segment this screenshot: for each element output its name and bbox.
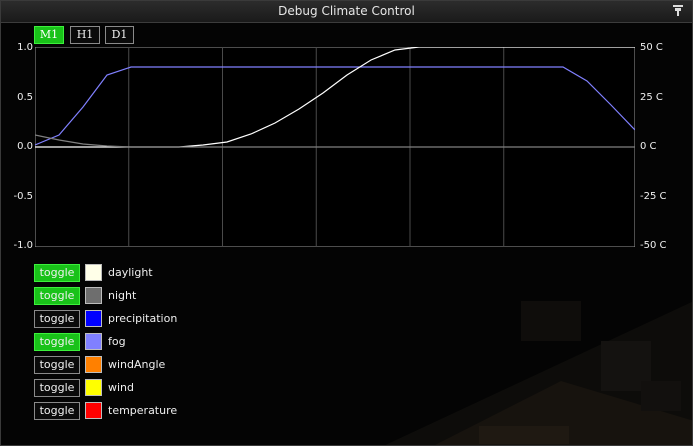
toggle-fog-button[interactable]: toggle: [34, 333, 80, 351]
debug-climate-window: Debug Climate Control M1 H1 D1 1.0 0.5 0…: [0, 0, 693, 446]
y-tick-label: -1.0: [13, 240, 33, 251]
y-tick-label: 0.5: [17, 92, 33, 103]
y-tick-label: -0.5: [13, 191, 33, 202]
y-tick-label: 0.0: [17, 141, 33, 152]
mode-button-d1[interactable]: D1: [105, 26, 134, 44]
y2-tick-label: 50 C: [640, 42, 663, 53]
toggle-night-button[interactable]: toggle: [34, 287, 80, 305]
fog-color-swatch: [85, 333, 102, 350]
windangle-color-swatch: [85, 356, 102, 373]
climate-chart: [35, 47, 635, 247]
mode-button-h1[interactable]: H1: [70, 26, 100, 44]
temperature-color-swatch: [85, 402, 102, 419]
y2-tick-label: -50 C: [640, 240, 667, 251]
mode-button-m1[interactable]: M1: [34, 26, 64, 44]
night-color-swatch: [85, 287, 102, 304]
title-bar[interactable]: Debug Climate Control: [1, 1, 692, 23]
toggle-windangle-button[interactable]: toggle: [34, 356, 80, 374]
daylight-color-swatch: [85, 264, 102, 281]
wind-color-swatch: [85, 379, 102, 396]
series-label-precipitation: precipitation: [108, 312, 178, 325]
y2-tick-label: 25 C: [640, 92, 663, 103]
series-label-fog: fog: [108, 335, 126, 348]
series-label-night: night: [108, 289, 137, 302]
toggle-precipitation-button[interactable]: toggle: [34, 310, 80, 328]
toggle-wind-button[interactable]: toggle: [34, 379, 80, 397]
y2-tick-label: -25 C: [640, 191, 667, 202]
y2-tick-label: 0 C: [640, 141, 657, 152]
series-label-wind: wind: [108, 381, 135, 394]
series-label-windangle: windAngle: [108, 358, 166, 371]
toggle-temperature-button[interactable]: toggle: [34, 402, 80, 420]
series-label-daylight: daylight: [108, 266, 153, 279]
y-tick-label: 1.0: [17, 42, 33, 53]
series-label-temperature: temperature: [108, 404, 178, 417]
pin-icon[interactable]: [671, 3, 687, 19]
precipitation-color-swatch: [85, 310, 102, 327]
toggle-daylight-button[interactable]: toggle: [34, 264, 80, 282]
window-title: Debug Climate Control: [278, 4, 415, 18]
